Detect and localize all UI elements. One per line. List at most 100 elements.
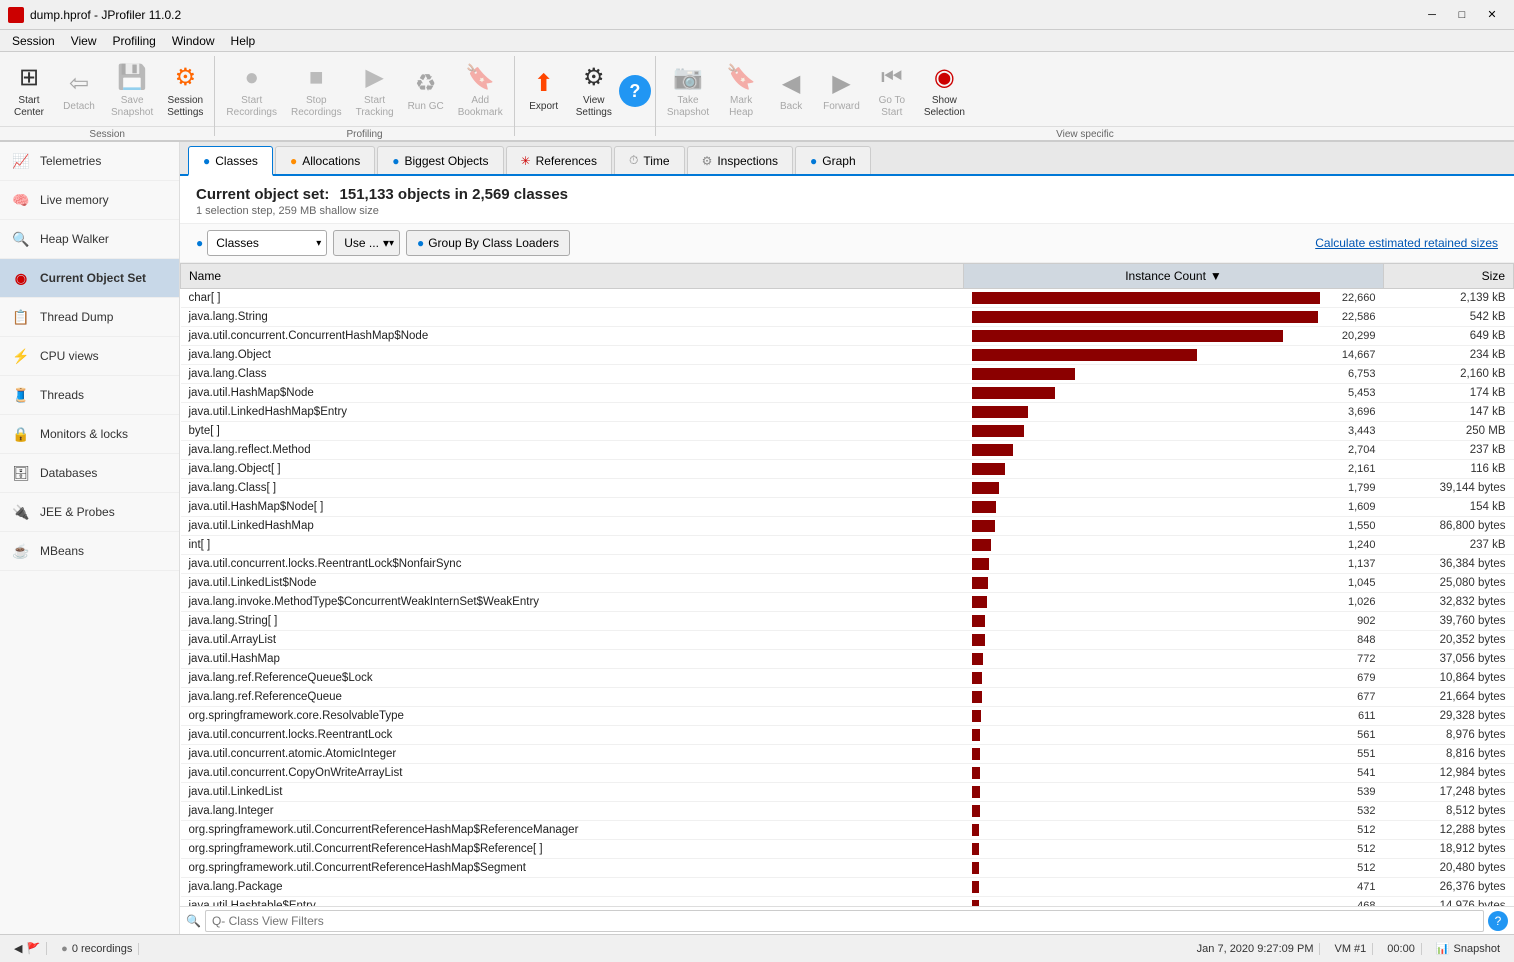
menu-session[interactable]: Session (4, 32, 63, 50)
table-row[interactable]: java.util.LinkedHashMap1,55086,800 bytes (181, 517, 1514, 536)
view-settings-button[interactable]: ⚙ ViewSettings (569, 56, 619, 126)
help-button[interactable]: ? (619, 75, 651, 107)
nav-back-icon[interactable]: ◀ (14, 942, 22, 955)
sidebar-item-heap-walker[interactable]: 🔍 Heap Walker (0, 220, 179, 259)
row-size: 20,480 bytes (1384, 859, 1514, 878)
table-row[interactable]: java.util.concurrent.locks.ReentrantLock… (181, 555, 1514, 574)
stop-recordings-button[interactable]: ■ StopRecordings (284, 56, 349, 126)
table-row[interactable]: java.util.HashMap$Node5,453174 kB (181, 384, 1514, 403)
filter-input[interactable] (205, 910, 1484, 932)
column-header-instance-count[interactable]: Instance Count ▼ (964, 264, 1384, 289)
menu-profiling[interactable]: Profiling (105, 32, 164, 50)
row-name: java.util.concurrent.ConcurrentHashMap$N… (181, 327, 964, 346)
detach-button[interactable]: ⇦ Detach (54, 56, 104, 126)
table-row[interactable]: java.lang.String22,586542 kB (181, 308, 1514, 327)
table-row[interactable]: java.lang.Class6,7532,160 kB (181, 365, 1514, 384)
table-row[interactable]: java.lang.Object[ ]2,161116 kB (181, 460, 1514, 479)
table-row[interactable]: java.lang.String[ ]90239,760 bytes (181, 612, 1514, 631)
back-button[interactable]: ◀ Back (766, 56, 816, 126)
sidebar-item-mbeans[interactable]: ☕ MBeans (0, 532, 179, 571)
row-count: 3,443 (964, 422, 1384, 441)
tab-classes[interactable]: ● Classes (188, 146, 273, 176)
minimize-button[interactable]: ─ (1418, 5, 1446, 25)
show-selection-button[interactable]: ◉ ShowSelection (917, 56, 972, 126)
table-row[interactable]: java.lang.invoke.MethodType$ConcurrentWe… (181, 593, 1514, 612)
table-row[interactable]: org.springframework.util.ConcurrentRefer… (181, 840, 1514, 859)
table-row[interactable]: int[ ]1,240237 kB (181, 536, 1514, 555)
start-recordings-button[interactable]: ● StartRecordings (219, 56, 284, 126)
table-row[interactable]: java.lang.reflect.Method2,704237 kB (181, 441, 1514, 460)
sidebar-item-current-object-set[interactable]: ◉ Current Object Set (0, 259, 179, 298)
row-count: 512 (964, 821, 1384, 840)
content-area: ● Classes ● Allocations ● Biggest Object… (180, 142, 1514, 934)
sidebar-item-monitors-locks[interactable]: 🔒 Monitors & locks (0, 415, 179, 454)
mark-heap-button[interactable]: 🔖 MarkHeap (716, 56, 766, 126)
row-size: 25,080 bytes (1384, 574, 1514, 593)
tab-biggest-objects[interactable]: ● Biggest Objects (377, 146, 503, 174)
go-to-start-button[interactable]: ⏮ Go ToStart (867, 56, 917, 126)
sidebar-item-thread-dump[interactable]: 📋 Thread Dump (0, 298, 179, 337)
sidebar-item-live-memory[interactable]: 🧠 Live memory (0, 181, 179, 220)
table-row[interactable]: char[ ]22,6602,139 kB (181, 289, 1514, 308)
table-row[interactable]: java.lang.ref.ReferenceQueue67721,664 by… (181, 688, 1514, 707)
classes-tab-icon: ● (203, 154, 210, 168)
classes-select[interactable]: Classes (207, 230, 327, 256)
row-name: java.util.concurrent.atomic.AtomicIntege… (181, 745, 964, 764)
table-row[interactable]: java.util.ArrayList84820,352 bytes (181, 631, 1514, 650)
table-row[interactable]: java.lang.Package47126,376 bytes (181, 878, 1514, 897)
tab-graph[interactable]: ● Graph (795, 146, 871, 174)
table-row[interactable]: java.lang.Class[ ]1,79939,144 bytes (181, 479, 1514, 498)
column-header-size[interactable]: Size (1384, 264, 1514, 289)
table-row[interactable]: java.lang.ref.ReferenceQueue$Lock67910,8… (181, 669, 1514, 688)
sidebar-item-cpu-views[interactable]: ⚡ CPU views (0, 337, 179, 376)
tab-time[interactable]: ⏱ Time (614, 146, 685, 174)
table-row[interactable]: java.util.LinkedHashMap$Entry3,696147 kB (181, 403, 1514, 422)
take-snapshot-button[interactable]: 📷 TakeSnapshot (660, 56, 716, 126)
menu-window[interactable]: Window (164, 32, 223, 50)
table-row[interactable]: java.util.HashMap77237,056 bytes (181, 650, 1514, 669)
table-row[interactable]: java.util.concurrent.atomic.AtomicIntege… (181, 745, 1514, 764)
table-row[interactable]: byte[ ]3,443250 MB (181, 422, 1514, 441)
filter-help-button[interactable]: ? (1488, 911, 1508, 931)
time-tab-icon: ⏱ (629, 153, 638, 168)
tab-references[interactable]: ✳ References (506, 146, 612, 174)
calculate-retained-sizes-link[interactable]: Calculate estimated retained sizes (1315, 236, 1498, 250)
table-row[interactable]: java.lang.Object14,667234 kB (181, 346, 1514, 365)
sidebar-item-databases[interactable]: 🗄 Databases (0, 454, 179, 493)
table-row[interactable]: java.util.concurrent.ConcurrentHashMap$N… (181, 327, 1514, 346)
menu-help[interactable]: Help (223, 32, 264, 50)
row-size: 174 kB (1384, 384, 1514, 403)
table-row[interactable]: org.springframework.util.ConcurrentRefer… (181, 859, 1514, 878)
table-row[interactable]: java.util.LinkedList$Node1,04525,080 byt… (181, 574, 1514, 593)
session-settings-button[interactable]: ⚙ SessionSettings (160, 56, 210, 126)
column-header-name[interactable]: Name (181, 264, 964, 289)
close-button[interactable]: ✕ (1478, 5, 1506, 25)
table-row[interactable]: java.util.HashMap$Node[ ]1,609154 kB (181, 498, 1514, 517)
tab-allocations[interactable]: ● Allocations (275, 146, 375, 174)
table-row[interactable]: java.util.concurrent.locks.ReentrantLock… (181, 726, 1514, 745)
group-by-class-loaders-button[interactable]: ● Group By Class Loaders (406, 230, 570, 256)
table-row[interactable]: org.springframework.core.ResolvableType6… (181, 707, 1514, 726)
table-header-row: Name Instance Count ▼ Size (181, 264, 1514, 289)
table-row[interactable]: java.util.Hashtable$Entry46814,976 bytes (181, 897, 1514, 907)
start-tracking-button[interactable]: ▶ StartTracking (349, 56, 401, 126)
table-row[interactable]: java.lang.Integer5328,512 bytes (181, 802, 1514, 821)
forward-button[interactable]: ▶ Forward (816, 56, 867, 126)
sidebar-item-jee-probes[interactable]: 🔌 JEE & Probes (0, 493, 179, 532)
tab-inspections[interactable]: ⚙ Inspections (687, 146, 793, 174)
use-button[interactable]: Use ... ▾ (333, 230, 400, 256)
table-row[interactable]: java.util.concurrent.CopyOnWriteArrayLis… (181, 764, 1514, 783)
add-bookmark-button[interactable]: 🔖 AddBookmark (451, 56, 510, 126)
run-gc-button[interactable]: ♻ Run GC (401, 56, 451, 126)
table-row[interactable]: java.util.LinkedList53917,248 bytes (181, 783, 1514, 802)
nav-flag-icon[interactable]: 🚩 (26, 942, 40, 955)
table-row[interactable]: org.springframework.util.ConcurrentRefer… (181, 821, 1514, 840)
start-center-button[interactable]: ⊞ StartCenter (4, 56, 54, 126)
title-bar: dump.hprof - JProfiler 11.0.2 ─ □ ✕ (0, 0, 1514, 30)
export-button[interactable]: ⬆ Export (519, 56, 569, 126)
sidebar-item-telemetries[interactable]: 📈 Telemetries (0, 142, 179, 181)
menu-view[interactable]: View (63, 32, 105, 50)
sidebar-item-threads[interactable]: 🧵 Threads (0, 376, 179, 415)
maximize-button[interactable]: □ (1448, 5, 1476, 25)
save-snapshot-button[interactable]: 💾 SaveSnapshot (104, 56, 160, 126)
